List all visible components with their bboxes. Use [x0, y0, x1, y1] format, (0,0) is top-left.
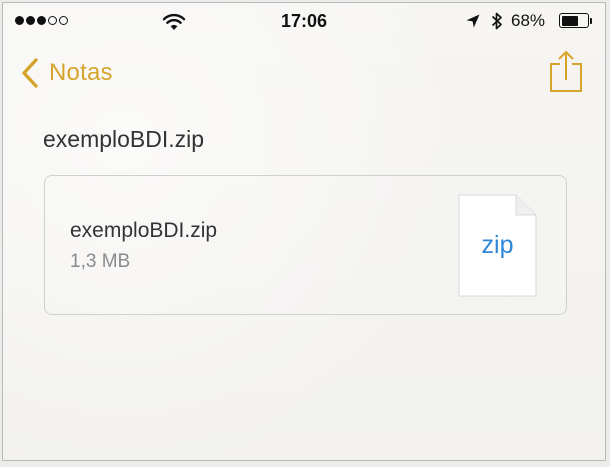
battery-percentage: 68% [511, 11, 546, 30]
bluetooth-icon [491, 12, 502, 30]
file-type-label: zip [481, 231, 514, 259]
attachment-title: exemploBDI.zip [43, 126, 205, 152]
battery-level-fill [561, 15, 578, 26]
file-attachment-card[interactable]: exemploBDI.zip 1,3 MB zip [44, 175, 567, 315]
location-arrow-icon [466, 14, 480, 28]
file-name: exemploBDI.zip [70, 219, 218, 242]
screen: 17:06 68% Notas exemploBDI.zip exemploBD… [2, 2, 606, 461]
chevron-left-icon [22, 58, 38, 88]
status-bar: 17:06 68% [3, 3, 605, 39]
battery-tip [590, 18, 592, 24]
back-button[interactable]: Notas [19, 57, 113, 89]
back-button-label: Notas [49, 59, 113, 86]
battery-icon [559, 13, 589, 28]
file-size: 1,3 MB [70, 251, 131, 272]
share-icon[interactable] [549, 49, 583, 93]
